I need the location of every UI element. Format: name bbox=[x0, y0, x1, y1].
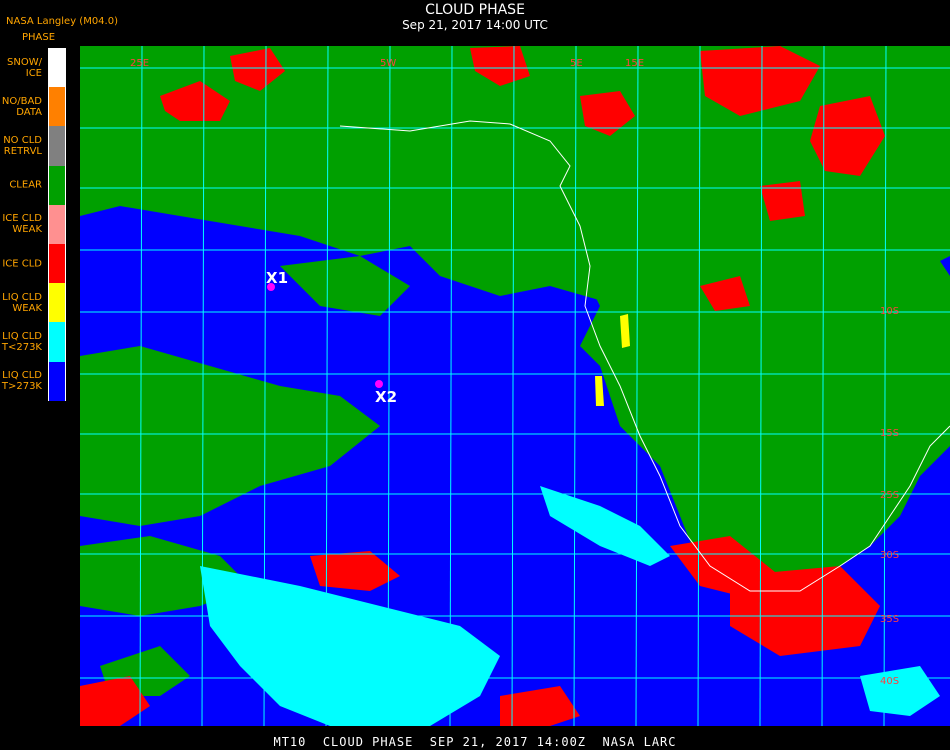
cloud-phase-map: 25E 15E 5E 5W 10S 15S 25S 30S 35S 40S X1… bbox=[80, 46, 950, 726]
legend-label: LIQ CLD T<273K bbox=[1, 330, 42, 353]
legend-swatch bbox=[48, 322, 66, 362]
organization-label: NASA Langley (M04.0) bbox=[6, 16, 118, 27]
legend-swatch bbox=[48, 126, 66, 166]
footer-caption: MT10 CLOUD PHASE SEP 21, 2017 14:00Z NAS… bbox=[273, 735, 677, 749]
legend-swatch bbox=[48, 243, 66, 284]
map-timestamp: Sep 21, 2017 14:00 UTC bbox=[402, 18, 548, 32]
legend-item-ice-cld-weak: ICE CLD WEAK bbox=[0, 204, 66, 244]
legend-label: ICE CLD bbox=[2, 258, 42, 270]
legend-swatch bbox=[48, 283, 66, 323]
legend-label: ICE CLD WEAK bbox=[2, 213, 42, 236]
legend-item-liq-cld-warm: LIQ CLD T>273K bbox=[0, 361, 66, 401]
phase-legend: SNOW/ ICE NO/BAD DATA NO CLD RETRVL CLEA… bbox=[0, 48, 66, 401]
grid-label-10s: 10S bbox=[880, 306, 899, 317]
legend-swatch bbox=[48, 165, 66, 205]
marker-x2-label: X2 bbox=[375, 388, 397, 406]
legend-item-ice-cld: ICE CLD bbox=[0, 243, 66, 284]
legend-label: CLEAR bbox=[9, 179, 42, 191]
grid-label-15s: 15S bbox=[880, 428, 899, 439]
legend-swatch bbox=[48, 361, 66, 401]
grid-label-5e: 5E bbox=[570, 58, 583, 69]
legend-swatch bbox=[48, 204, 66, 244]
legend-item-clear: CLEAR bbox=[0, 165, 66, 205]
marker-x2-dot[interactable] bbox=[375, 380, 383, 388]
legend-item-no-cld-retrvl: NO CLD RETRVL bbox=[0, 126, 66, 166]
grid-label-30s: 30S bbox=[880, 550, 899, 561]
legend-label: NO/BAD DATA bbox=[1, 95, 42, 118]
grid-label-25e: 25E bbox=[130, 58, 149, 69]
legend-item-no-bad-data: NO/BAD DATA bbox=[0, 87, 66, 127]
legend-label: LIQ CLD WEAK bbox=[2, 291, 42, 314]
legend-item-liq-cld-weak: LIQ CLD WEAK bbox=[0, 283, 66, 323]
grid-label-40s: 40S bbox=[880, 676, 899, 687]
grid-label-35s: 35S bbox=[880, 614, 899, 625]
legend-swatch bbox=[48, 48, 66, 88]
legend-swatch bbox=[48, 87, 66, 127]
legend-label: LIQ CLD T>273K bbox=[1, 370, 42, 393]
grid-label-25s: 25S bbox=[880, 490, 899, 501]
legend-item-snow-ice: SNOW/ ICE bbox=[0, 48, 66, 88]
grid-label-15e: 15E bbox=[625, 58, 644, 69]
legend-label: SNOW/ ICE bbox=[7, 56, 42, 79]
marker-x1-label: X1 bbox=[266, 269, 288, 287]
grid-label-5w: 5W bbox=[380, 58, 396, 69]
legend-title: PHASE bbox=[22, 32, 56, 43]
legend-item-liq-cld-cold: LIQ CLD T<273K bbox=[0, 322, 66, 362]
map-title: CLOUD PHASE bbox=[425, 2, 525, 18]
legend-label: NO CLD RETRVL bbox=[3, 134, 42, 157]
